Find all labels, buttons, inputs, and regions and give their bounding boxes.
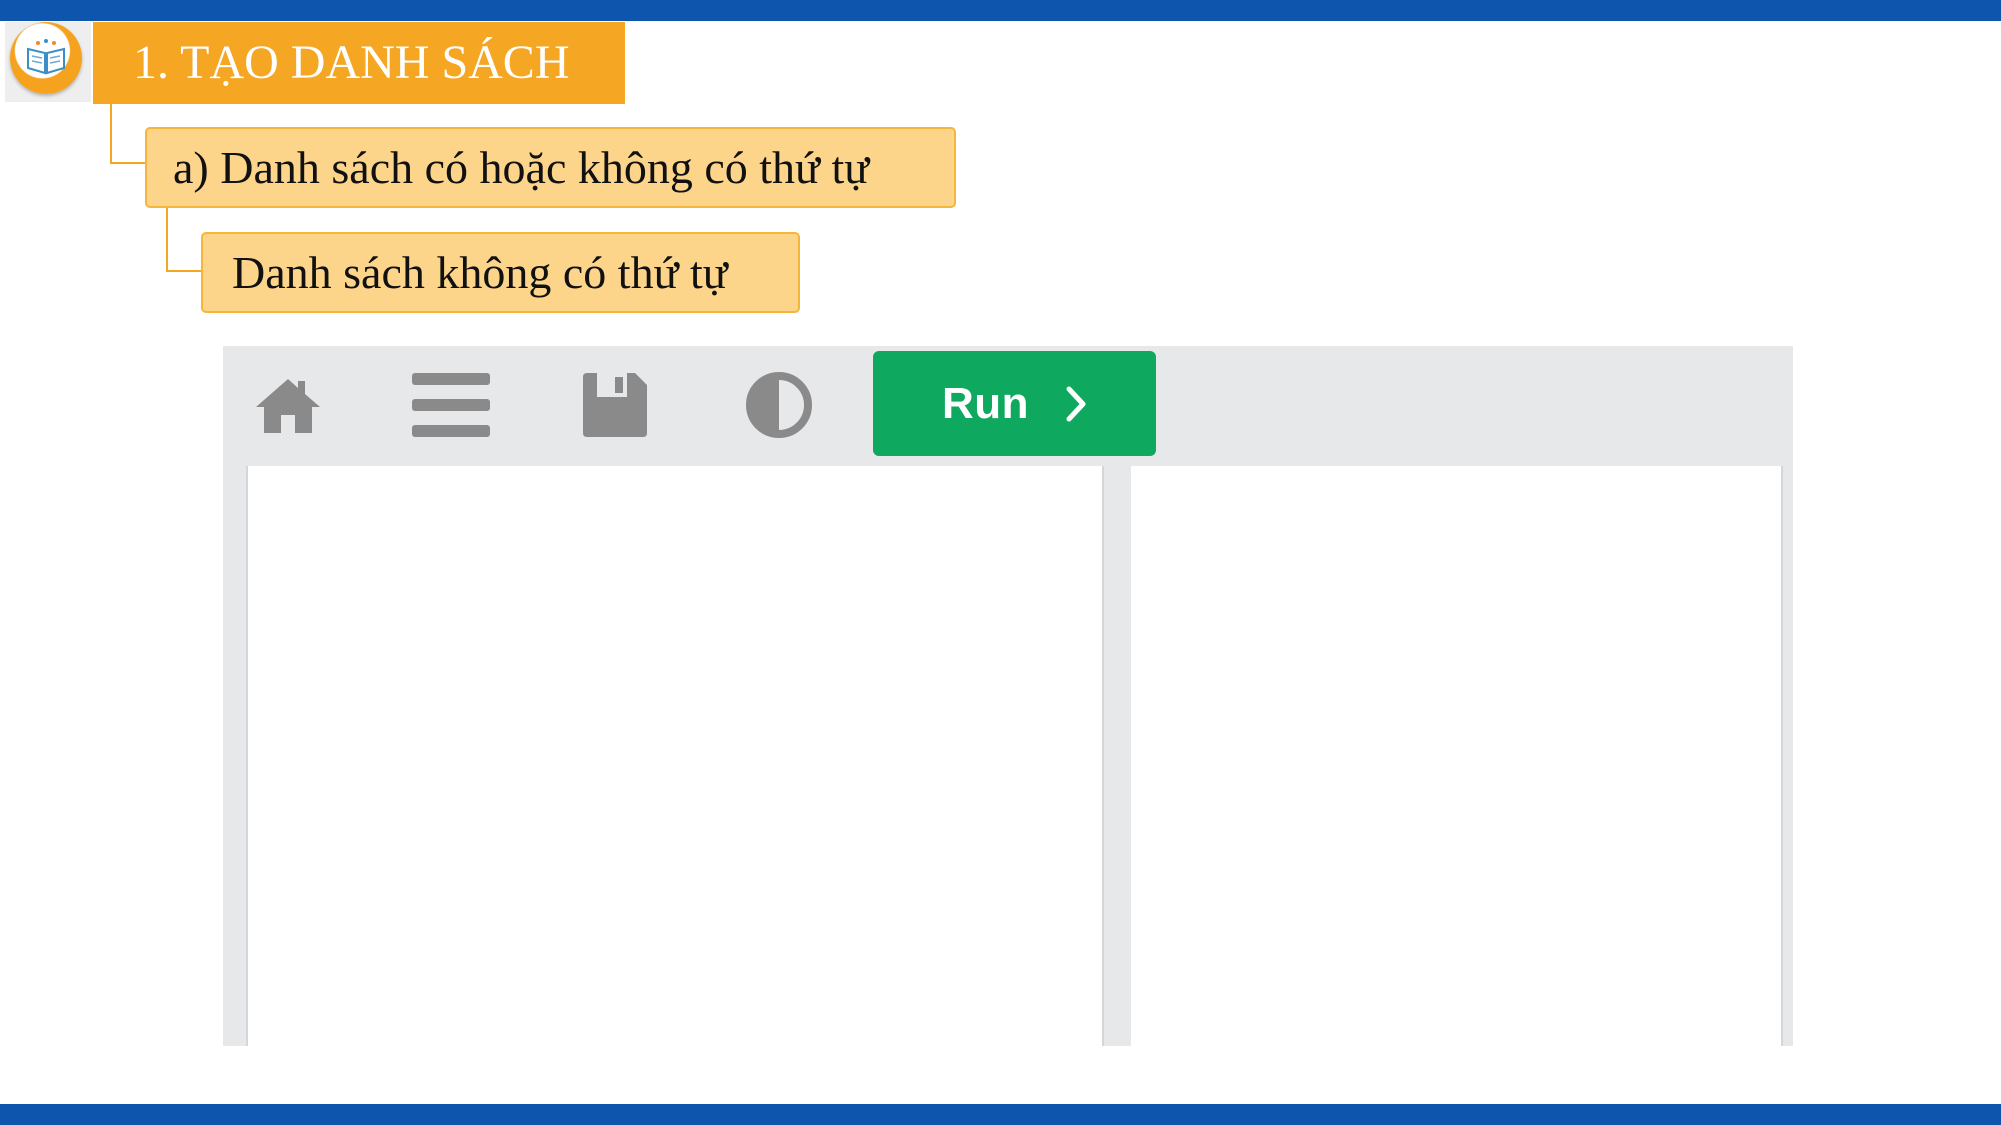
run-button[interactable]: Run (873, 351, 1156, 456)
logo (10, 22, 82, 94)
top-frame-bar (0, 0, 2001, 21)
open-book-icon (27, 39, 65, 75)
contrast-icon[interactable] (739, 370, 819, 440)
section-heading: a) Danh sách có hoặc không có thứ tự (145, 127, 956, 208)
menu-icon[interactable] (411, 370, 491, 440)
run-button-label: Run (941, 378, 1030, 428)
chevron-right-icon (1065, 386, 1087, 422)
code-pane[interactable] (246, 466, 1104, 1046)
tree-connector (166, 208, 204, 272)
tree-connector (110, 104, 148, 164)
save-icon[interactable] (575, 370, 655, 440)
preview-pane (1131, 466, 1783, 1046)
code-editor-screenshot: Run (223, 346, 1793, 1046)
home-icon[interactable] (248, 370, 328, 440)
bottom-frame-bar (0, 1104, 2001, 1125)
slide-title: 1. TẠO DANH SÁCH (93, 22, 625, 104)
subsection-heading: Danh sách không có thứ tự (201, 232, 800, 313)
